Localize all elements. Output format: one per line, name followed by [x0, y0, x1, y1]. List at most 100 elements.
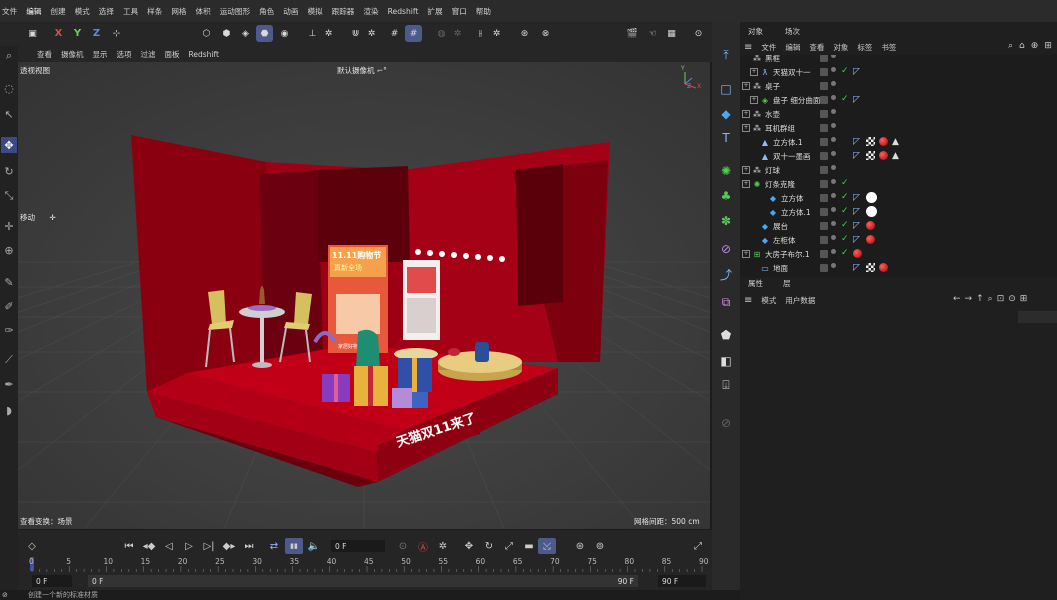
effector-icon[interactable]: ✽	[717, 212, 735, 230]
enabled-check-icon[interactable]: ✓	[841, 178, 849, 188]
texture-tag-icon[interactable]	[866, 137, 875, 146]
live-selection-icon[interactable]: ◌	[1, 80, 17, 96]
motion-record-icon[interactable]: ⊛	[572, 538, 588, 554]
layer-swatch[interactable]	[820, 222, 828, 230]
layer-swatch[interactable]	[820, 264, 828, 272]
material-red-icon[interactable]	[866, 221, 875, 230]
menu-item[interactable]: 工具	[123, 6, 138, 17]
lock-settings-icon[interactable]: ✲	[449, 25, 466, 42]
object-menu-item[interactable]: 对象	[833, 42, 848, 53]
menu-item[interactable]: 创建	[50, 6, 65, 17]
scale-tool-icon[interactable]: ⤡	[1, 188, 17, 204]
phong-tag-icon[interactable]: ◸	[853, 151, 862, 161]
visibility-dots-icon[interactable]	[831, 193, 836, 203]
layer-swatch[interactable]	[820, 208, 828, 216]
object-name[interactable]: 立方体.1	[773, 137, 803, 148]
play-icon[interactable]: ▷	[182, 538, 196, 554]
expand-toggle-icon[interactable]: +	[742, 124, 750, 132]
go-to-start-icon[interactable]: ⏮	[122, 538, 136, 554]
scene-icon[interactable]: ⬟	[717, 326, 735, 344]
lock-icon[interactable]: ◍	[433, 25, 450, 42]
expand-toggle-icon[interactable]	[750, 138, 758, 146]
key-scale-icon[interactable]: ⤢	[501, 538, 517, 554]
key-position-icon[interactable]: ✥	[461, 538, 477, 554]
object-name[interactable]: 立方体.1	[781, 207, 811, 218]
cube-icon[interactable]: ◆	[717, 105, 735, 123]
next-key-icon[interactable]: ◆▸	[222, 538, 236, 554]
visibility-dots-icon[interactable]	[831, 123, 836, 133]
edges-mode-icon[interactable]: ⬢	[218, 25, 235, 42]
layer-swatch[interactable]	[820, 96, 828, 104]
object-name[interactable]: 盘子 细分曲面	[773, 95, 820, 106]
material-red-icon[interactable]	[879, 151, 888, 160]
visibility-dots-icon[interactable]	[831, 81, 836, 91]
undo-icon[interactable]: ▣	[24, 25, 41, 42]
previous-key-icon[interactable]: ◂◆	[142, 538, 156, 554]
spline-pen-icon[interactable]: ✐	[1, 298, 17, 314]
viewport-menu-item[interactable]: 选项	[117, 49, 132, 60]
enabled-check-icon[interactable]: ✓	[841, 248, 849, 258]
render-to-viewer-icon[interactable]: ☜	[644, 25, 661, 42]
object-menu-item[interactable]: 查看	[809, 42, 824, 53]
expand-toggle-icon[interactable]: +	[742, 180, 750, 188]
expand-toggle-icon[interactable]: +	[750, 68, 758, 76]
layer-swatch[interactable]	[820, 250, 828, 258]
visibility-dots-icon[interactable]	[831, 137, 836, 147]
attributes-scroll-tab[interactable]	[1018, 311, 1057, 323]
object-row[interactable]: + ⁂ 桌子	[740, 79, 1057, 93]
go-to-end-icon[interactable]: ⏭	[242, 538, 256, 554]
timeline-ruler[interactable]: 0 5 10 15 20 25 30 35 40 45 50 55 60 65 70 75 80 85 90	[18, 556, 712, 574]
enabled-check-icon[interactable]: ✓	[841, 206, 849, 216]
fracture-icon[interactable]: ♣	[717, 187, 735, 205]
viewport-menu-item[interactable]: 面板	[165, 49, 180, 60]
timeline-expand-icon[interactable]: ⤢	[690, 538, 706, 554]
key-param-icon[interactable]: ▬	[521, 538, 537, 554]
object-row[interactable]: ▭ 地面 ◸	[740, 261, 1057, 275]
material-white-icon[interactable]	[866, 206, 877, 217]
layer-swatch[interactable]	[820, 138, 828, 146]
sound-icon[interactable]: 🔈	[306, 538, 322, 554]
grid-snap-icon[interactable]: #	[386, 25, 403, 42]
object-name[interactable]: 水壶	[765, 109, 780, 120]
viewport-menu-item[interactable]: 摄像机	[61, 49, 84, 60]
expand-toggle-icon[interactable]: +	[750, 96, 758, 104]
object-row[interactable]: + ⁂ 灯球	[740, 163, 1057, 177]
visibility-dots-icon[interactable]	[831, 235, 836, 245]
filter-icon[interactable]: ⌂	[1019, 41, 1025, 51]
visibility-dots-icon[interactable]	[831, 207, 836, 217]
polygons-mode-icon[interactable]: ◈	[237, 25, 254, 42]
axis-settings-icon[interactable]: ✲	[320, 25, 337, 42]
expand-toggle-icon[interactable]: +	[742, 110, 750, 118]
menu-item[interactable]: 渲染	[363, 6, 378, 17]
enabled-check-icon[interactable]: ✓	[841, 234, 849, 244]
cloner-icon[interactable]: ✺	[717, 162, 735, 180]
symmetry-settings-icon[interactable]: ✲	[488, 25, 505, 42]
axis-z-toggle[interactable]: Z	[88, 25, 105, 42]
visibility-dots-icon[interactable]	[831, 151, 836, 161]
hamburger-icon[interactable]: ≡	[744, 295, 752, 306]
object-name[interactable]: 耳机群组	[765, 123, 795, 134]
magnet-tool-icon[interactable]: ◗	[1, 402, 17, 418]
square-icon[interactable]: □	[717, 80, 735, 98]
frame-range-slider[interactable]: 0 F 90 F	[88, 575, 638, 587]
workplane-icon[interactable]: #	[405, 25, 422, 42]
phong-tag-icon[interactable]: ◸	[853, 221, 862, 231]
visibility-dots-icon[interactable]	[831, 179, 836, 189]
object-row[interactable]: + ƛ 天猫双十一 ✓ ◸	[740, 65, 1057, 79]
snap-icon[interactable]: ⋓	[347, 25, 364, 42]
object-row[interactable]: ◆ 展台 ✓ ◸	[740, 219, 1057, 233]
viewport-menu-item[interactable]: 显示	[93, 49, 108, 60]
model-mode-icon[interactable]: ⬣	[256, 25, 273, 42]
target-tag-icon[interactable]: ▲	[892, 151, 901, 161]
object-menu-item[interactable]: 文件	[761, 42, 776, 53]
symmetry-icon[interactable]: ⫲	[472, 25, 489, 42]
render-settings-icon[interactable]: ⊗	[537, 25, 554, 42]
rotate-tool-icon[interactable]: ↻	[1, 163, 17, 179]
forward-arrow-icon[interactable]: →	[965, 294, 973, 304]
layer-swatch[interactable]	[820, 152, 828, 160]
hamburger-icon[interactable]: ≡	[744, 42, 752, 53]
attributes-tab[interactable]: 层	[783, 278, 791, 290]
menu-item[interactable]: 模式	[75, 6, 90, 17]
visibility-dots-icon[interactable]	[831, 249, 836, 259]
material-red-icon[interactable]	[879, 137, 888, 146]
